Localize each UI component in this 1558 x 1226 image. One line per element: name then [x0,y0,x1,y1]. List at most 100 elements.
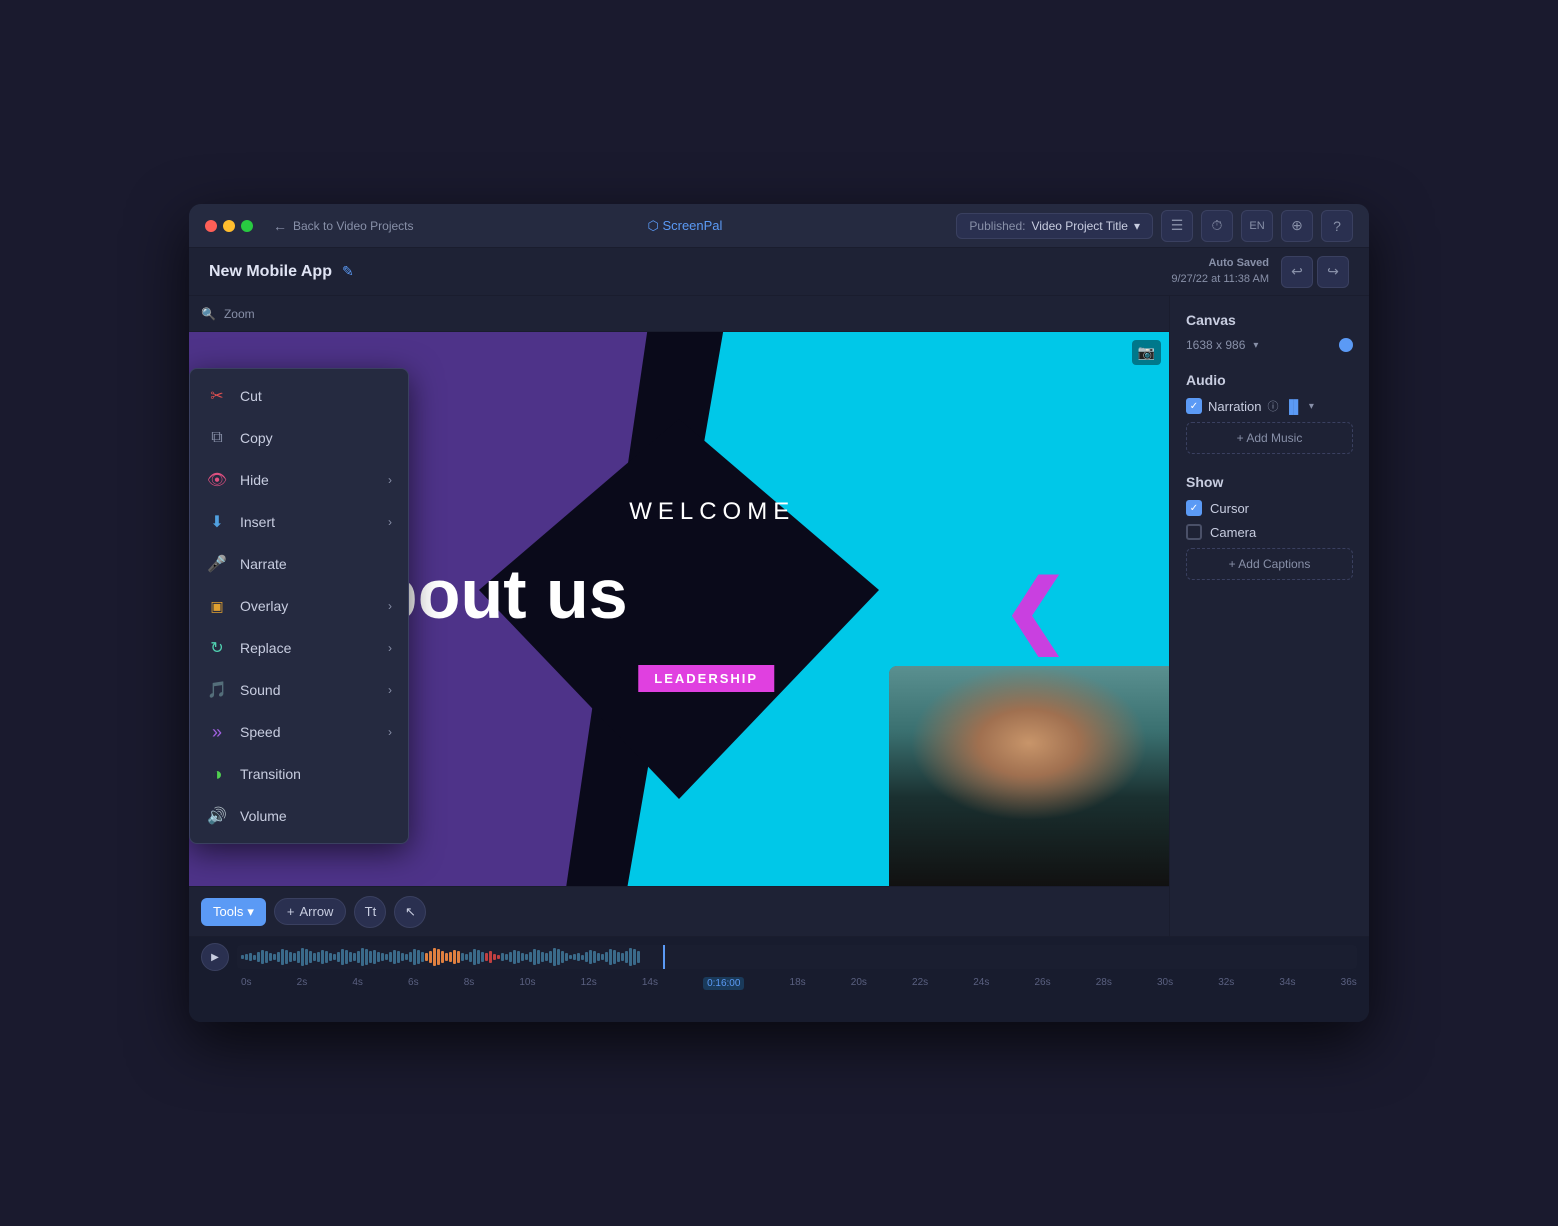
language-icon-btn[interactable]: EN [1241,210,1273,242]
volume-icon: 🔊 [206,805,228,827]
undo-redo: ↩ ↪ [1281,256,1349,288]
menu-label-insert: Insert [240,514,275,530]
menu-label-cut: Cut [240,388,262,404]
show-section: Show ✓ Cursor Camera + Add Captions [1186,474,1353,580]
transition-icon: ◑ [206,763,228,785]
camera-label: Camera [1210,525,1256,540]
tools-button[interactable]: Tools ▾ [201,898,266,926]
cursor-row: ✓ Cursor [1186,500,1353,516]
context-menu: ✂ Cut ⧉ Copy 👁 Hide › ⬇ Insert [189,368,409,844]
text-button[interactable]: Tt [354,896,386,928]
ruler-30s: 30s [1157,977,1173,990]
insert-icon: ⬇ [206,511,228,533]
back-button[interactable]: ← Back to Video Projects [273,218,414,234]
ruler-18s: 18s [790,977,806,990]
help-icon-btn[interactable]: ? [1321,210,1353,242]
title-bar: ← Back to Video Projects ⬡ ScreenPal Pub… [189,204,1369,248]
narration-checkbox[interactable]: ✓ [1186,398,1202,414]
replace-arrow-icon: › [388,641,392,655]
menu-label-narrate: Narrate [240,556,287,572]
canvas-area: 🔍 Zoom ✂ Cut ⧉ Copy 👁 [189,296,1169,936]
overlay-arrow-icon: › [388,599,392,613]
stack-icon-btn[interactable]: ⊕ [1281,210,1313,242]
text-icon: Tt [365,904,377,919]
timeline-track[interactable]: (function() { const parent = document.cu… [237,945,1357,969]
project-title: New Mobile App [209,263,332,281]
narrate-icon: 🎤 [206,553,228,575]
layers-icon-btn[interactable]: ☰ [1161,210,1193,242]
audio-bars-icon: ▐▌ [1284,399,1302,414]
leadership-badge: LEADERSHIP [638,665,774,692]
add-captions-button[interactable]: + Add Captions [1186,548,1353,580]
ruler-10s: 10s [519,977,535,990]
audio-title: Audio [1186,372,1353,388]
camera-row: Camera [1186,524,1353,540]
back-arrow-icon: ← [273,218,287,234]
close-button[interactable] [205,220,217,232]
clock-icon-btn[interactable]: ⏱ [1201,210,1233,242]
plus-arrow-icon: + [287,904,295,919]
publish-button[interactable]: Published: Video Project Title ▾ [956,213,1153,239]
overlay-icon: ▣ [206,595,228,617]
canvas-color-dot[interactable] [1339,338,1353,352]
ruler-28s: 28s [1096,977,1112,990]
hide-arrow-icon: › [388,473,392,487]
speed-icon: » [206,721,228,743]
ruler-16s-active: 0:16:00 [703,977,744,990]
menu-item-copy[interactable]: ⧉ Copy [190,417,408,459]
canvas-dropdown-icon: ▾ [1253,340,1258,351]
menu-item-hide[interactable]: 👁 Hide › [190,459,408,501]
cursor-label: Cursor [1210,501,1249,516]
camera-checkbox[interactable] [1186,524,1202,540]
title-right: Published: Video Project Title ▾ ☰ ⏱ EN … [956,210,1353,242]
canvas-size-row: 1638 x 986 ▾ [1186,338,1353,352]
menu-item-narrate[interactable]: 🎤 Narrate [190,543,408,585]
arrow-button[interactable]: + Arrow [274,898,347,925]
menu-label-replace: Replace [240,640,291,656]
menu-item-insert[interactable]: ⬇ Insert › [190,501,408,543]
menu-item-replace[interactable]: ↻ Replace › [190,627,408,669]
menu-label-speed: Speed [240,724,280,740]
ruler-36s: 36s [1341,977,1357,990]
menu-item-cut[interactable]: ✂ Cut [190,375,408,417]
menu-item-speed[interactable]: » Speed › [190,711,408,753]
menu-item-transition[interactable]: ◑ Transition [190,753,408,795]
copy-icon: ⧉ [206,427,228,449]
dropdown-arrow-icon: ▾ [1134,219,1140,233]
menu-item-sound[interactable]: 🎵 Sound › [190,669,408,711]
play-button[interactable]: ▶ [201,943,229,971]
chevron-icon: ❮ [1002,563,1069,656]
menu-item-volume[interactable]: 🔊 Volume [190,795,408,837]
menu-label-copy: Copy [240,430,273,446]
zoom-icon: 🔍 [201,307,216,321]
redo-button[interactable]: ↪ [1317,256,1349,288]
camera-overlay [889,666,1169,886]
minimize-button[interactable] [223,220,235,232]
add-music-button[interactable]: + Add Music [1186,422,1353,454]
audio-section: Audio ✓ Narration ⓘ ▐▌ ▾ + Add Music [1186,372,1353,454]
cursor-tool-button[interactable]: ↖ [394,896,426,928]
zoom-bar: 🔍 Zoom [189,296,1169,332]
timeline-row: ▶ (function() { const parent = document.… [189,937,1369,977]
camera-icon-btn[interactable]: 📷 [1132,340,1161,365]
undo-button[interactable]: ↩ [1281,256,1313,288]
playhead [663,945,665,969]
menu-label-volume: Volume [240,808,287,824]
cursor-checkbox[interactable]: ✓ [1186,500,1202,516]
ruler-24s: 24s [973,977,989,990]
edit-title-icon[interactable]: ✎ [342,263,354,280]
ruler-4s: 4s [352,977,363,990]
speed-arrow-icon: › [388,725,392,739]
arrow-label: Arrow [299,904,333,919]
canvas-viewport[interactable]: ✂ Cut ⧉ Copy 👁 Hide › ⬇ Insert [189,332,1169,886]
info-icon[interactable]: ⓘ [1267,398,1278,414]
canvas-section: Canvas 1638 x 986 ▾ [1186,312,1353,352]
menu-label-overlay: Overlay [240,598,288,614]
menu-item-overlay[interactable]: ▣ Overlay › [190,585,408,627]
ruler-34s: 34s [1279,977,1295,990]
welcome-text: WELCOME [629,498,795,526]
maximize-button[interactable] [241,220,253,232]
add-music-label: + Add Music [1237,431,1303,445]
person-silhouette [889,666,1169,886]
hide-icon: 👁 [206,469,228,491]
